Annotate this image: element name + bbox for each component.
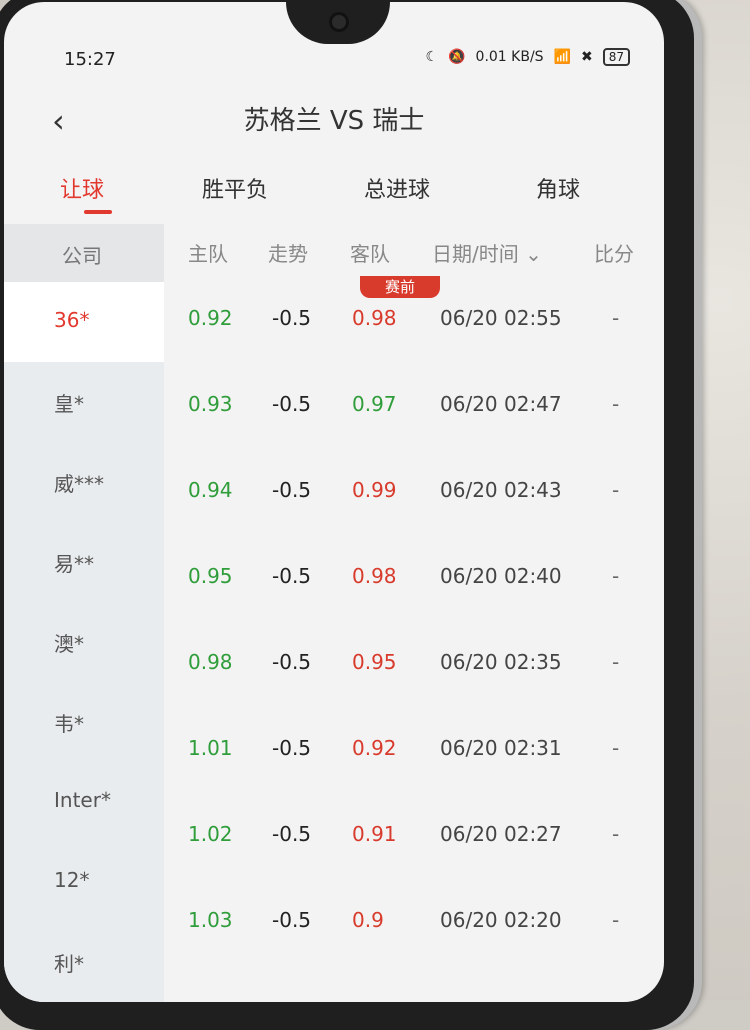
status-bar: 15:27 ☾ 🔕 0.01 KB/S 📶 ✖ 87 bbox=[4, 2, 664, 70]
company-item[interactable]: 36* bbox=[4, 282, 164, 362]
table-row[interactable]: 0.92 -0.5 0.98 06/20 02:55 - bbox=[164, 284, 664, 370]
company-label: 皇* bbox=[54, 392, 84, 416]
chevron-down-icon: ⌄ bbox=[525, 242, 542, 266]
datetime: 06/20 02:43 bbox=[440, 478, 562, 502]
table-row[interactable]: 1.03 -0.5 0.9 06/20 02:20 - bbox=[164, 886, 664, 972]
company-item[interactable]: Inter* bbox=[4, 762, 164, 842]
away-odds: 0.98 bbox=[352, 306, 397, 330]
status-time: 15:27 bbox=[64, 49, 116, 70]
datetime: 06/20 02:27 bbox=[440, 822, 562, 846]
table-row[interactable]: 0.94 -0.5 0.99 06/20 02:43 - bbox=[164, 456, 664, 542]
company-label: 利* bbox=[54, 952, 84, 976]
header-score: 比分 bbox=[594, 242, 634, 266]
home-odds: 0.95 bbox=[188, 564, 233, 588]
home-odds: 0.93 bbox=[188, 392, 233, 416]
away-odds: 0.91 bbox=[352, 822, 397, 846]
home-odds: 1.02 bbox=[188, 822, 233, 846]
away-odds: 0.99 bbox=[352, 478, 397, 502]
datetime: 06/20 02:20 bbox=[440, 908, 562, 932]
title-bar: ‹ 苏格兰 VS 瑞士 bbox=[4, 90, 664, 150]
moon-icon: ☾ bbox=[425, 49, 439, 65]
away-odds: 0.95 bbox=[352, 650, 397, 674]
page-title: 苏格兰 VS 瑞士 bbox=[243, 106, 425, 136]
company-item[interactable]: 韦* bbox=[4, 682, 164, 762]
company-label: Inter* bbox=[54, 788, 111, 812]
datetime: 06/20 02:35 bbox=[440, 650, 562, 674]
table-row[interactable]: 0.93 -0.5 0.97 06/20 02:47 - bbox=[164, 370, 664, 456]
datetime: 06/20 02:55 bbox=[440, 306, 562, 330]
header-home: 主队 bbox=[188, 242, 228, 266]
trend-value: -0.5 bbox=[272, 564, 312, 588]
score: - bbox=[612, 478, 620, 502]
trend-value: -0.5 bbox=[272, 478, 312, 502]
home-odds: 1.01 bbox=[188, 736, 233, 760]
tab-handicap[interactable]: 让球 bbox=[60, 172, 104, 204]
tab-corners[interactable]: 角球 bbox=[536, 172, 580, 204]
score: - bbox=[612, 822, 620, 846]
table-row[interactable]: 0.98 -0.5 0.95 06/20 02:35 - bbox=[164, 628, 664, 714]
datetime: 06/20 02:40 bbox=[440, 564, 562, 588]
company-item[interactable]: 12* bbox=[4, 842, 164, 922]
trend-value: -0.5 bbox=[272, 908, 312, 932]
header-datetime-label: 日期/时间 bbox=[432, 242, 519, 266]
table-row[interactable]: 1.02 -0.5 0.91 06/20 02:27 - bbox=[164, 800, 664, 886]
phone-screen: 15:27 ☾ 🔕 0.01 KB/S 📶 ✖ 87 ‹ 苏格兰 VS 瑞士 让… bbox=[4, 2, 664, 1002]
away-odds: 0.97 bbox=[352, 392, 397, 416]
home-odds: 0.92 bbox=[188, 306, 233, 330]
active-tab-indicator bbox=[84, 210, 112, 214]
header-away: 客队 bbox=[350, 242, 390, 266]
company-label: 威*** bbox=[54, 472, 104, 496]
trend-value: -0.5 bbox=[272, 650, 312, 674]
trend-value: -0.5 bbox=[272, 822, 312, 846]
home-odds: 0.94 bbox=[188, 478, 233, 502]
away-odds: 0.98 bbox=[352, 564, 397, 588]
tab-win-draw-lose[interactable]: 胜平负 bbox=[202, 172, 268, 204]
score: - bbox=[612, 564, 620, 588]
mute-icon: 🔕 bbox=[448, 49, 466, 65]
score: - bbox=[612, 650, 620, 674]
company-sidebar: 公司 36* 皇* 威*** 易** 澳* 韦* Inter* 12* 利* bbox=[4, 224, 164, 1002]
battery-icon: 87 bbox=[602, 48, 630, 66]
company-label: 36* bbox=[54, 308, 90, 332]
company-label: 12* bbox=[54, 868, 90, 892]
company-item[interactable]: 利* bbox=[4, 922, 164, 1002]
home-odds: 0.98 bbox=[188, 650, 233, 674]
header-datetime[interactable]: 日期/时间 ⌄ bbox=[432, 238, 542, 267]
trend-value: -0.5 bbox=[272, 306, 312, 330]
sim-icon: ✖ bbox=[580, 49, 593, 65]
table-row[interactable]: 1.01 -0.5 0.92 06/20 02:31 - bbox=[164, 714, 664, 800]
company-item[interactable]: 威*** bbox=[4, 442, 164, 522]
header-trend: 走势 bbox=[268, 242, 308, 266]
table-row[interactable]: 0.95 -0.5 0.98 06/20 02:40 - bbox=[164, 542, 664, 628]
wifi-icon: 📶 bbox=[553, 49, 571, 65]
company-item[interactable]: 易** bbox=[4, 522, 164, 602]
company-item[interactable]: 澳* bbox=[4, 602, 164, 682]
company-header-label: 公司 bbox=[62, 244, 102, 268]
company-header: 公司 bbox=[4, 224, 164, 282]
table-header: 主队 走势 客队 日期/时间 ⌄ 比分 bbox=[164, 224, 664, 282]
phone-frame: 15:27 ☾ 🔕 0.01 KB/S 📶 ✖ 87 ‹ 苏格兰 VS 瑞士 让… bbox=[0, 0, 694, 1030]
tab-bar: 让球 胜平负 总进球 角球 bbox=[4, 162, 664, 222]
company-label: 澳* bbox=[54, 632, 84, 656]
datetime: 06/20 02:47 bbox=[440, 392, 562, 416]
datetime: 06/20 02:31 bbox=[440, 736, 562, 760]
score: - bbox=[612, 736, 620, 760]
score: - bbox=[612, 392, 620, 416]
company-item[interactable]: 皇* bbox=[4, 362, 164, 442]
away-odds: 0.9 bbox=[352, 908, 384, 932]
trend-value: -0.5 bbox=[272, 392, 312, 416]
trend-value: -0.5 bbox=[272, 736, 312, 760]
home-odds: 1.03 bbox=[188, 908, 233, 932]
network-speed: 0.01 KB/S bbox=[475, 49, 544, 65]
score: - bbox=[612, 306, 620, 330]
score: - bbox=[612, 908, 620, 932]
company-label: 韦* bbox=[54, 712, 84, 736]
away-odds: 0.92 bbox=[352, 736, 397, 760]
status-icons: ☾ 🔕 0.01 KB/S 📶 ✖ 87 bbox=[426, 48, 630, 66]
tab-total-goals[interactable]: 总进球 bbox=[364, 172, 430, 204]
company-label: 易** bbox=[54, 552, 94, 576]
